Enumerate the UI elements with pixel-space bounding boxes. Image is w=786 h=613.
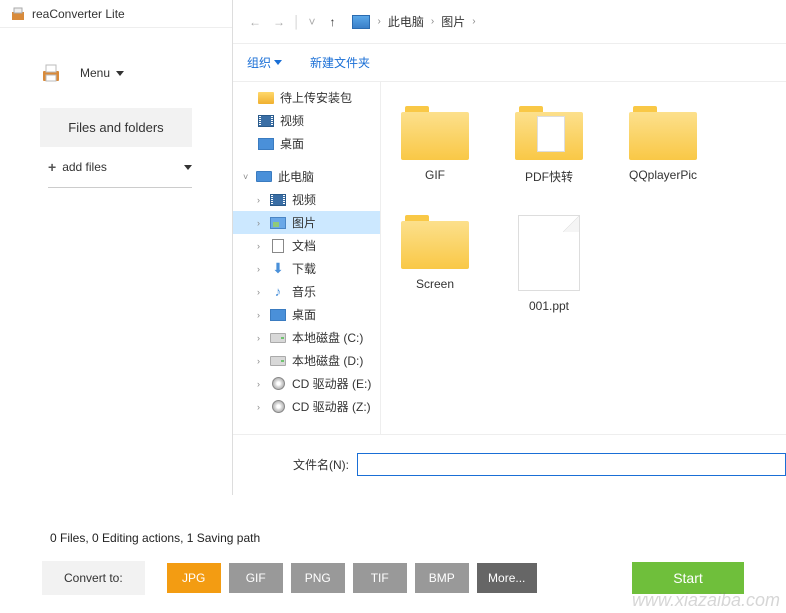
- expand-icon[interactable]: ›: [257, 333, 267, 343]
- folder-item[interactable]: GIF: [399, 106, 471, 185]
- breadcrumb-folder[interactable]: 图片: [438, 13, 468, 30]
- file-item[interactable]: 001.ppt: [513, 215, 585, 313]
- watermark: www.xiazaiba.com: [632, 590, 780, 611]
- folder-icon: [258, 92, 274, 104]
- folder-item[interactable]: QQplayerPic: [627, 106, 699, 185]
- files-folders-label: Files and folders: [68, 120, 163, 135]
- menu-row: Menu: [0, 28, 232, 98]
- format-tif-button[interactable]: TIF: [353, 563, 407, 593]
- chevron-right-icon: ›: [468, 16, 479, 27]
- folder-icon: [515, 106, 583, 160]
- expand-icon[interactable]: ›: [257, 195, 267, 205]
- folder-icon: [629, 106, 697, 160]
- nav-up-button[interactable]: ↑: [322, 15, 344, 29]
- cd-icon: [272, 400, 285, 413]
- chevron-right-icon: ›: [374, 16, 385, 27]
- app-title-bar: reaConverter Lite: [0, 0, 232, 28]
- tree-item[interactable]: ›CD 驱动器 (E:): [233, 372, 380, 395]
- folder-icon: [401, 215, 469, 269]
- folder-item[interactable]: Screen: [399, 215, 471, 313]
- filename-row: 文件名(N):: [233, 434, 786, 494]
- filename-input[interactable]: [357, 453, 786, 476]
- file-dialog: ← → │ ˅ ↑ › 此电脑 › 图片 › 组织 新建文件夹 待上传安装包 视…: [232, 0, 786, 495]
- expand-icon[interactable]: ›: [257, 356, 267, 366]
- new-folder-label: 新建文件夹: [310, 54, 370, 71]
- caret-down-icon: [274, 60, 282, 65]
- app-icon: [10, 6, 26, 22]
- printer-icon: [40, 62, 62, 84]
- tree-item[interactable]: ›桌面: [233, 303, 380, 326]
- tree-item[interactable]: ›♪音乐: [233, 280, 380, 303]
- tree-item[interactable]: 待上传安装包: [233, 86, 380, 109]
- add-files-label: add files: [62, 160, 107, 174]
- expand-icon[interactable]: ›: [257, 310, 267, 320]
- dialog-body: 待上传安装包 视频 桌面 ˅此电脑 ›视频 ›图片 ›文档 ›⬇下载 ›♪音乐 …: [233, 82, 786, 434]
- tree-item[interactable]: ›视频: [233, 188, 380, 211]
- collapse-icon[interactable]: ˅: [243, 172, 253, 182]
- filename-label: 文件名(N):: [293, 456, 349, 473]
- tree-item[interactable]: 视频: [233, 109, 380, 132]
- tree-item-pc[interactable]: ˅此电脑: [233, 165, 380, 188]
- expand-icon[interactable]: ›: [257, 218, 267, 228]
- expand-icon[interactable]: ›: [257, 287, 267, 297]
- breadcrumb-root[interactable]: 此电脑: [385, 13, 427, 30]
- format-gif-button[interactable]: GIF: [229, 563, 283, 593]
- status-text: 0 Files, 0 Editing actions, 1 Saving pat…: [0, 531, 786, 561]
- chevron-right-icon: ›: [427, 16, 438, 27]
- format-bmp-button[interactable]: BMP: [415, 563, 469, 593]
- expand-icon[interactable]: ›: [257, 264, 267, 274]
- tree-item-selected[interactable]: ›图片: [233, 211, 380, 234]
- organize-button[interactable]: 组织: [247, 54, 282, 71]
- organize-label: 组织: [247, 54, 271, 71]
- expand-icon[interactable]: ›: [257, 241, 267, 251]
- app-title: reaConverter Lite: [32, 7, 125, 21]
- tree-item[interactable]: ›文档: [233, 234, 380, 257]
- format-jpg-button[interactable]: JPG: [167, 563, 221, 593]
- tree-item[interactable]: ›本地磁盘 (D:): [233, 349, 380, 372]
- video-icon: [258, 115, 274, 127]
- expand-icon[interactable]: ›: [257, 402, 267, 412]
- breadcrumb: › 此电脑 › 图片 ›: [352, 13, 480, 30]
- convert-to-label: Convert to:: [42, 561, 145, 595]
- desktop-icon: [270, 309, 286, 321]
- expand-icon[interactable]: ›: [257, 379, 267, 389]
- cd-icon: [272, 377, 285, 390]
- format-more-button[interactable]: More...: [477, 563, 537, 593]
- nav-forward-button[interactable]: →: [267, 15, 291, 29]
- video-icon: [270, 194, 286, 206]
- pc-icon: [256, 171, 272, 182]
- tree-item[interactable]: ›本地磁盘 (C:): [233, 326, 380, 349]
- tree-item[interactable]: ›⬇下载: [233, 257, 380, 280]
- folder-item[interactable]: PDF快转: [513, 106, 585, 185]
- format-png-button[interactable]: PNG: [291, 563, 345, 593]
- dialog-toolbar: 组织 新建文件夹: [233, 44, 786, 82]
- add-files-button[interactable]: + add files: [48, 159, 192, 188]
- menu-label: Menu: [80, 66, 110, 80]
- desktop-icon: [258, 138, 274, 150]
- menu-button[interactable]: Menu: [80, 66, 124, 80]
- file-icon: [518, 215, 580, 291]
- nav-bar: ← → │ ˅ ↑ › 此电脑 › 图片 ›: [233, 0, 786, 44]
- drive-icon: [270, 356, 286, 366]
- nav-back-button[interactable]: ←: [243, 15, 267, 29]
- pc-icon: [352, 15, 370, 29]
- new-folder-button[interactable]: 新建文件夹: [310, 54, 370, 71]
- document-icon: [272, 239, 284, 253]
- files-folders-button[interactable]: Files and folders: [40, 108, 192, 147]
- music-icon: ♪: [269, 284, 287, 300]
- drive-icon: [270, 333, 286, 343]
- download-icon: ⬇: [269, 261, 287, 277]
- tree-item[interactable]: 桌面: [233, 132, 380, 155]
- pictures-icon: [270, 217, 286, 229]
- nav-recent-button[interactable]: ˅: [303, 15, 322, 29]
- caret-down-icon: [184, 165, 192, 170]
- app-panel: reaConverter Lite Menu Files and folders…: [0, 0, 232, 613]
- folder-icon: [401, 106, 469, 160]
- file-grid: GIF PDF快转 QQplayerPic Screen 001.ppt: [381, 82, 786, 434]
- plus-icon: +: [48, 159, 56, 175]
- caret-down-icon: [116, 71, 124, 76]
- folder-tree: 待上传安装包 视频 桌面 ˅此电脑 ›视频 ›图片 ›文档 ›⬇下载 ›♪音乐 …: [233, 82, 381, 434]
- tree-item[interactable]: ›CD 驱动器 (Z:): [233, 395, 380, 418]
